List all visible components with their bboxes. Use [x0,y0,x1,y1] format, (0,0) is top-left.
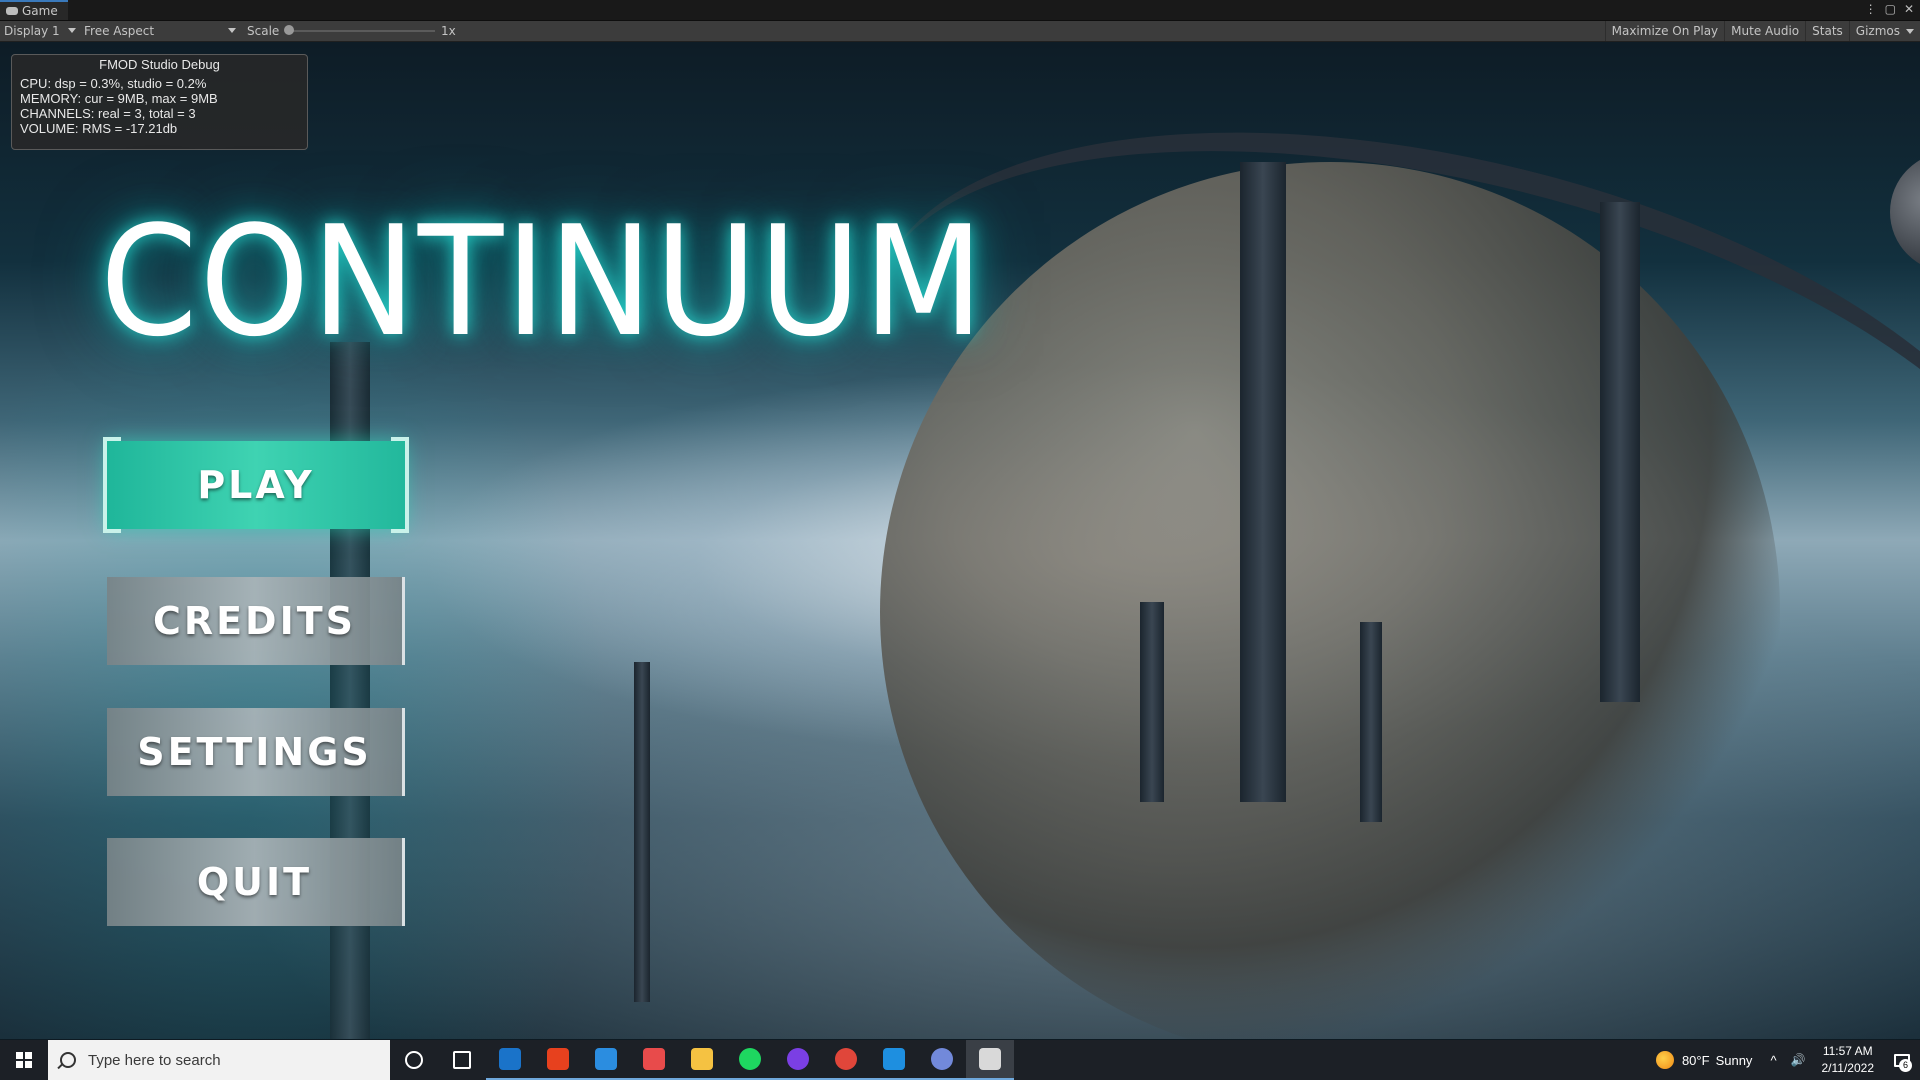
notification-center-button[interactable]: 6 [1884,1040,1920,1080]
editor-tab-bar: Game ⋮ ▢ ✕ [0,0,1920,21]
tray-chevron-icon[interactable]: ^ [1770,1053,1776,1068]
scale-slider-track[interactable] [287,30,435,32]
volume-icon[interactable]: 🔊 [1791,1053,1806,1067]
fmod-volume-line: VOLUME: RMS = -17.21db [20,121,178,136]
game-tab[interactable]: Game [0,0,68,20]
office-taskbar-button[interactable] [534,1040,582,1080]
maximize-window-icon[interactable]: ▢ [1885,2,1896,16]
weather-sun-icon[interactable] [1655,1051,1674,1069]
game-view-toolbar: Display 1 Free Aspect Scale 1x Maximize … [0,21,1920,42]
game-title: CONTINUUM [100,193,986,370]
fmod-debug-panel: FMOD Studio Debug CPU: dsp = 0.3%, studi… [11,54,308,150]
game-tab-label: Game [22,4,58,18]
task-view-icon [453,1051,471,1069]
chrome-icon [835,1048,857,1070]
aspect-dropdown[interactable]: Free Aspect [80,21,240,41]
scale-label: Scale [247,24,280,38]
store-taskbar-button[interactable] [582,1040,630,1080]
scale-value: 1x [441,24,456,38]
play-button[interactable]: PLAY [103,437,409,533]
search-placeholder: Type here to search [88,1051,221,1069]
clock-time: 11:57 AM [1822,1044,1873,1058]
paint-icon [643,1048,665,1070]
play-button-label: PLAY [197,463,315,507]
gamepad-icon [6,7,18,15]
chevron-down-icon [228,28,236,33]
gizmos-toggle[interactable]: Gizmos [1848,21,1906,41]
settings-button[interactable]: SETTINGS [107,708,405,796]
quit-button-label: QUIT [196,860,313,904]
discord-taskbar-button[interactable] [918,1040,966,1080]
chevron-down-icon [68,28,76,33]
weather-temperature[interactable]: 80°F [1682,1053,1710,1068]
mute-audio-toggle[interactable]: Mute Audio [1724,21,1805,41]
quit-button[interactable]: QUIT [107,838,405,926]
file-explorer-icon [691,1048,713,1070]
tab-menu-icon[interactable]: ⋮ [1865,2,1877,16]
fmod-memory-line: MEMORY: cur = 9MB, max = 9MB [20,91,218,106]
windows-taskbar: Type here to search 80°F Sunny ^ 🔊 11:57… [0,1040,1920,1080]
maximize-on-play-toggle[interactable]: Maximize On Play [1604,21,1725,41]
vscode-icon [883,1048,905,1070]
office-icon [547,1048,569,1070]
fmod-debug-title: FMOD Studio Debug [99,57,220,72]
credits-button-label: CREDITS [152,599,357,643]
file-explorer-taskbar-button[interactable] [678,1040,726,1080]
weather-condition[interactable]: Sunny [1716,1053,1753,1068]
display-dropdown-value: Display 1 [4,24,60,38]
clock-date: 2/11/2022 [1821,1061,1875,1075]
aspect-dropdown-value: Free Aspect [84,24,155,38]
start-button[interactable] [0,1040,48,1080]
settings-button-label: SETTINGS [137,730,372,774]
selection-bracket-right [391,437,409,533]
search-icon [60,1052,76,1068]
spotify-icon [739,1048,761,1070]
scale-slider-handle[interactable] [284,25,294,35]
github-desktop-icon [787,1048,809,1070]
credits-button[interactable]: CREDITS [107,577,405,665]
mail-icon [499,1048,521,1070]
taskbar-apps [390,1040,1014,1080]
discord-icon [931,1048,953,1070]
selection-bracket-left [103,437,121,533]
gizmos-dropdown-icon[interactable] [1906,28,1914,34]
notification-count: 6 [1899,1059,1912,1072]
game-view-toggles: Maximize On Play Mute Audio Stats Gizmos [1604,21,1920,41]
windows-logo-icon [16,1052,32,1068]
mail-taskbar-button[interactable] [486,1040,534,1080]
task-view-taskbar-button[interactable] [438,1040,486,1080]
close-window-icon[interactable]: ✕ [1904,2,1914,16]
fmod-channels-line: CHANNELS: real = 3, total = 3 [20,106,196,121]
paint-taskbar-button[interactable] [630,1040,678,1080]
display-dropdown[interactable]: Display 1 [0,21,80,41]
taskbar-clock[interactable]: 11:57 AM 2/11/2022 [1822,1043,1875,1077]
cortana-taskbar-button[interactable] [390,1040,438,1080]
stats-toggle[interactable]: Stats [1805,21,1849,41]
chrome-taskbar-button[interactable] [822,1040,870,1080]
cortana-icon [405,1051,423,1069]
vscode-taskbar-button[interactable] [870,1040,918,1080]
store-icon [595,1048,617,1070]
spotify-taskbar-button[interactable] [726,1040,774,1080]
system-tray: 80°F Sunny ^ 🔊 11:57 AM 2/11/2022 6 [1655,1040,1920,1080]
github-desktop-taskbar-button[interactable] [774,1040,822,1080]
taskbar-search-box[interactable]: Type here to search [48,1040,390,1080]
game-view: FMOD Studio Debug CPU: dsp = 0.3%, studi… [0,42,1920,1039]
unity-taskbar-button[interactable] [966,1040,1014,1080]
fmod-cpu-line: CPU: dsp = 0.3%, studio = 0.2% [20,76,207,91]
unity-icon [979,1048,1001,1070]
